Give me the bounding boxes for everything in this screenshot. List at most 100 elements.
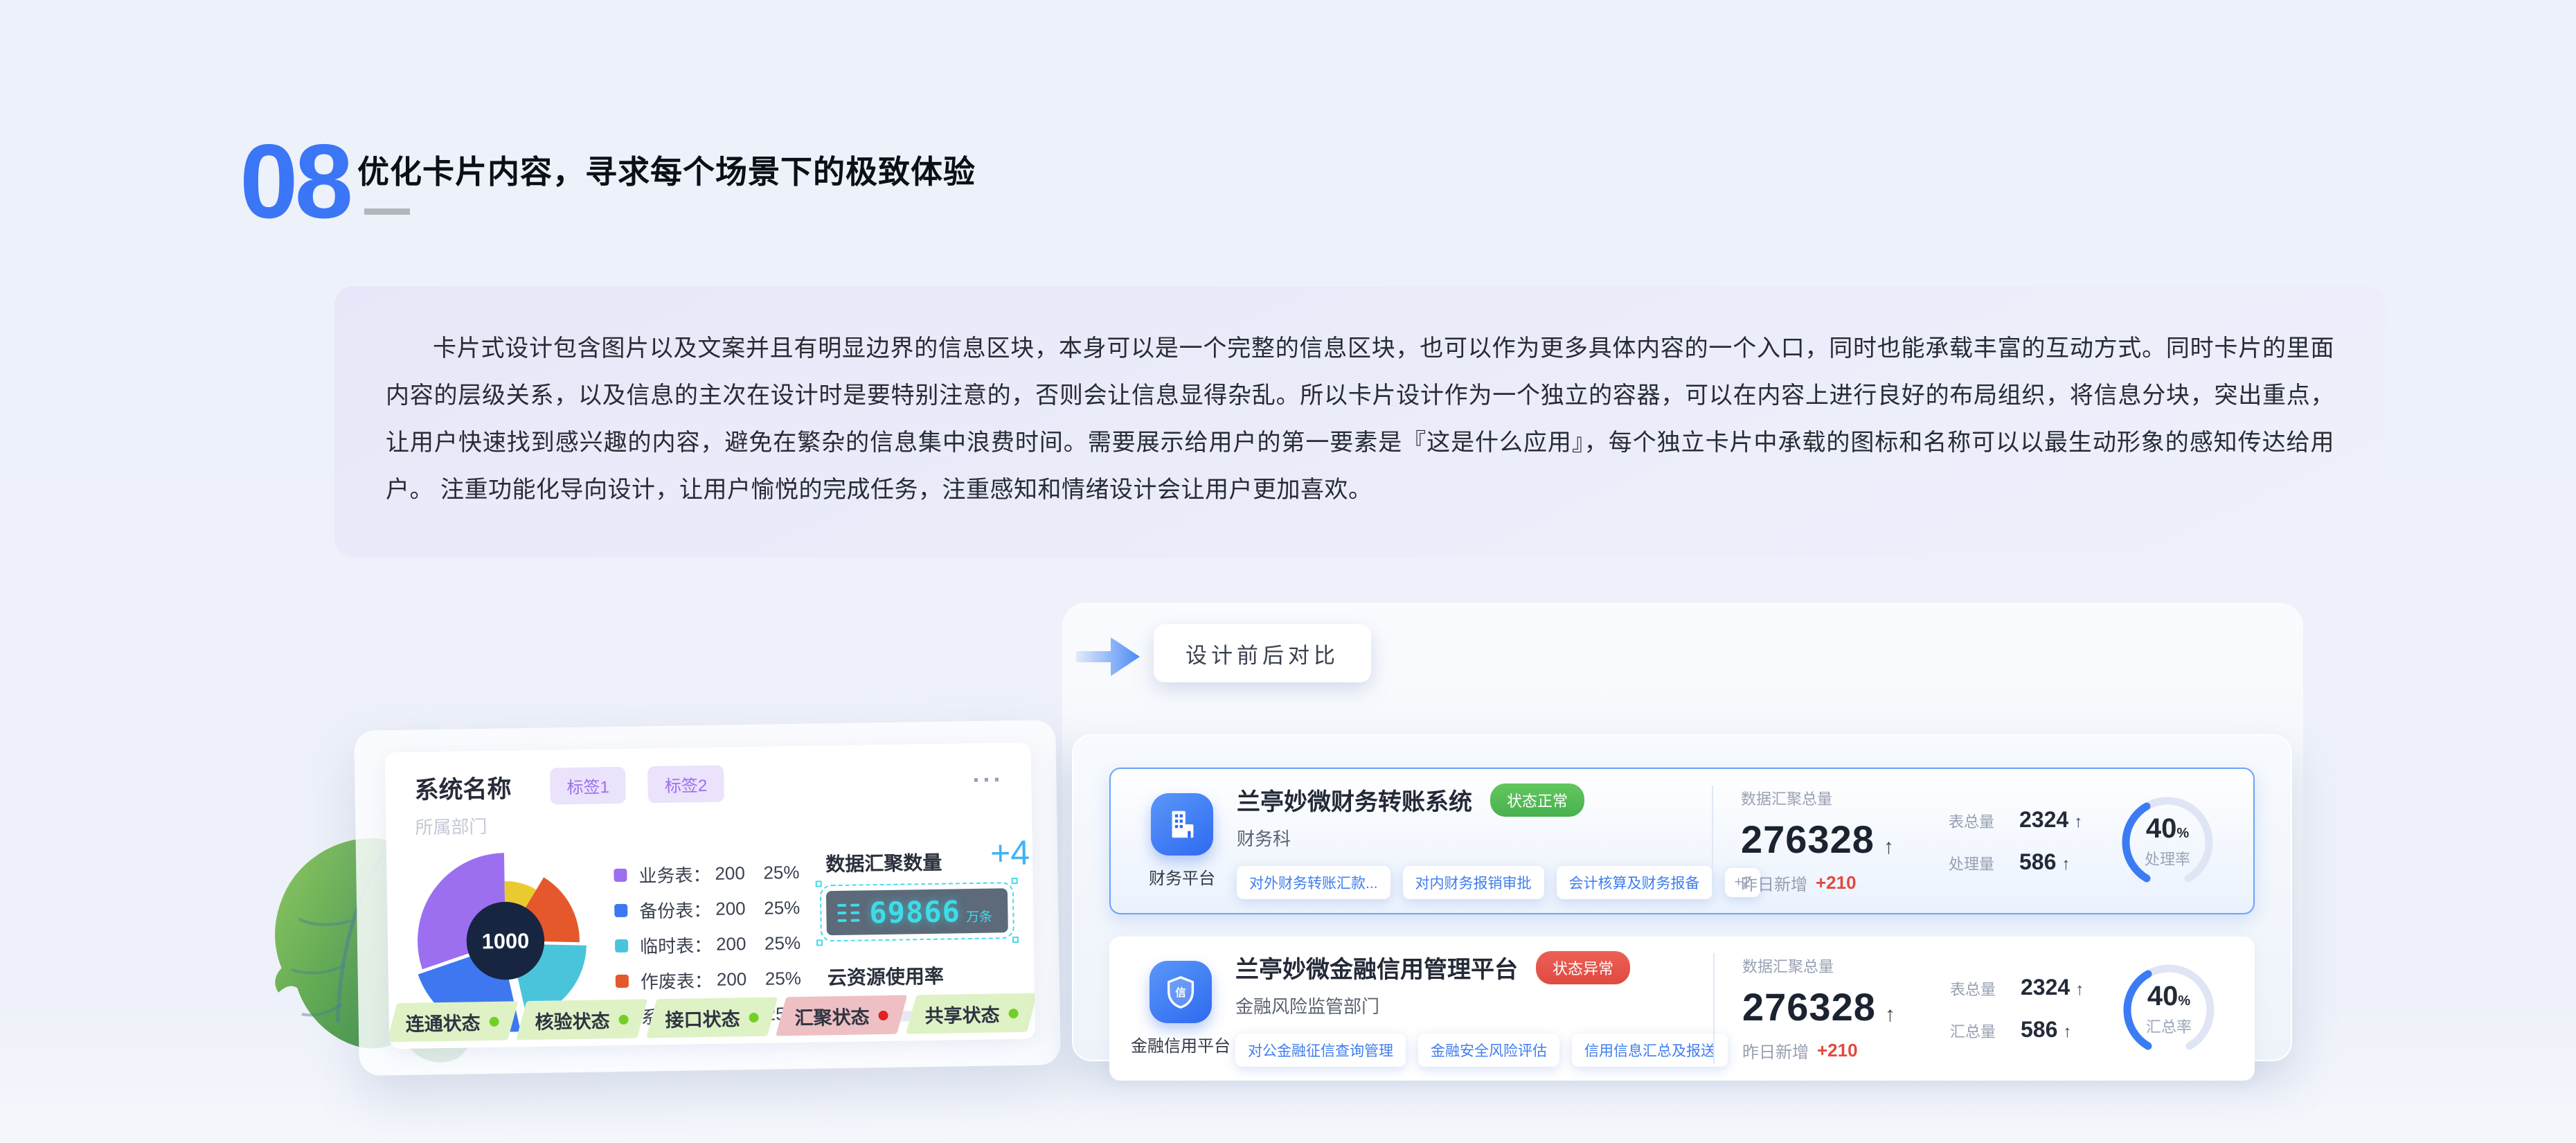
platform-label: 金融信用平台 <box>1131 1032 1231 1056</box>
yesterday-value: +210 <box>1817 1040 1858 1061</box>
selection-handle[interactable] <box>816 880 822 887</box>
status-label: 连通状态 <box>406 1008 481 1036</box>
gauge-value: 40 <box>2146 813 2177 844</box>
status-badge-content: 核验状态 <box>535 1005 629 1034</box>
legend-percent: 25% <box>763 862 800 884</box>
aggregation-label: 数据汇聚数量 <box>825 848 942 878</box>
selection-handle[interactable] <box>1012 878 1018 884</box>
yesterday-label: 昨日新增 <box>1741 871 1807 895</box>
system-department: 金融风险监管部门 <box>1235 993 1709 1018</box>
section-number-underline <box>364 209 410 215</box>
before-design-frame: 系统名称 标签1 标签2 ··· 所属部门 1000 <box>354 720 1061 1076</box>
aggregation-counter-selected[interactable]: 69866 万条 <box>826 888 1008 935</box>
yesterday-value: +210 <box>1816 872 1857 894</box>
stat-value: 2324 <box>2019 807 2068 833</box>
svg-text:信: 信 <box>1175 986 1186 999</box>
total-stat-block: 数据汇聚总量 276328 ↑ 昨日新增 +210 <box>1742 955 1950 1063</box>
intro-panel: 卡片式设计包含图片以及文案并且有明显边界的信息区块，本身可以是一个完整的信息区块… <box>334 286 2386 558</box>
function-tag[interactable]: 信用信息汇总及报送 <box>1572 1034 1728 1067</box>
system-title-row: 兰亭妙微财务转账系统 状态正常 <box>1237 783 1708 817</box>
list-dashes-icon <box>837 904 859 922</box>
selection-handle[interactable] <box>1012 937 1019 943</box>
system-info: 兰亭妙微金融信用管理平台 状态异常 金融风险监管部门 对公金融征信查询管理 金融… <box>1233 950 1709 1067</box>
status-badge-interface: 接口状态 <box>646 997 778 1038</box>
total-label: 数据汇聚总量 <box>1742 955 1950 977</box>
status-badge-content: 接口状态 <box>665 1003 759 1031</box>
legend-item: 临时表： 200 25% <box>615 930 801 959</box>
selection-handle[interactable] <box>816 939 823 946</box>
before-design-card: 系统名称 标签1 标签2 ··· 所属部门 1000 <box>385 743 1036 1049</box>
stat-value: 586 <box>2021 1017 2057 1043</box>
function-tag[interactable]: 会计核算及财务报备 <box>1557 866 1712 899</box>
legend-item: 备份表： 200 25% <box>614 895 800 923</box>
secondary-stats-block: 表总量 2324 ↑ 汇总量 586 ↑ <box>1950 975 2113 1043</box>
stat-label: 汇总量 <box>1950 1020 2012 1042</box>
status-label: 接口状态 <box>665 1004 740 1032</box>
legend-value: 200 <box>717 968 755 991</box>
status-label: 共享状态 <box>924 1000 1000 1028</box>
credit-shield-icon: 信 <box>1150 961 1212 1023</box>
aggregation-value: 69866 <box>869 894 960 930</box>
system-name: 兰亭妙微金融信用管理平台 <box>1235 950 1518 984</box>
status-label: 汇聚状态 <box>795 1002 870 1030</box>
donut-total-value: 1000 <box>481 928 529 953</box>
gauge-label: 处理率 <box>2112 847 2223 869</box>
tag-chip-1[interactable]: 标签1 <box>550 767 626 805</box>
function-tag[interactable]: 对外财务转账汇款... <box>1237 866 1390 899</box>
more-actions-icon[interactable]: ··· <box>972 772 1003 787</box>
stat-row: 处理量 586 ↑ <box>1949 849 2112 875</box>
legend-label: 业务表： <box>638 861 715 888</box>
system-name: 兰亭妙微财务转账系统 <box>1237 783 1472 817</box>
section-title: 优化卡片内容，寻求每个场景下的极致体验 <box>357 147 976 193</box>
status-badge-content: 连通状态 <box>406 1007 500 1036</box>
status-badge-content: 汇聚状态 <box>795 1001 889 1029</box>
gauge-label: 汇总率 <box>2113 1015 2224 1037</box>
function-tag[interactable]: 对内财务报销审批 <box>1403 866 1544 899</box>
section-number: 08 <box>240 129 350 234</box>
shield-icon: 信 <box>1162 973 1199 1011</box>
stat-label: 表总量 <box>1950 977 2012 1000</box>
status-dot <box>490 1016 499 1026</box>
gauge-text: 40% 处理率 <box>2112 813 2223 869</box>
function-tag[interactable]: 金融安全风险评估 <box>1418 1034 1559 1067</box>
page: 08 优化卡片内容，寻求每个场景下的极致体验 卡片式设计包含图片以及文案并且有明… <box>0 0 2576 1143</box>
function-tag[interactable]: 对公金融征信查询管理 <box>1235 1034 1406 1067</box>
compare-label-button[interactable]: 设计前后对比 <box>1154 624 1371 682</box>
finance-building-icon <box>1151 793 1213 856</box>
system-row[interactable]: 财务平台 兰亭妙微财务转账系统 状态正常 财务科 对外财务转账汇款... 对内财… <box>1109 768 2255 914</box>
status-badge-share: 共享状态 <box>906 993 1036 1034</box>
up-arrow-icon: ↑ <box>2063 1022 2071 1042</box>
stat-value: 586 <box>2019 849 2056 875</box>
up-arrow-icon: ↑ <box>2061 855 2070 874</box>
tag-chip-2[interactable]: 标签2 <box>647 765 724 804</box>
vertical-divider <box>1713 953 1715 1064</box>
system-status-badge: 状态正常 <box>1490 783 1584 817</box>
system-icon-column: 信 金融信用平台 <box>1129 961 1233 1056</box>
total-value-row: 276328 ↑ <box>1741 820 1949 859</box>
total-stat-block: 数据汇聚总量 276328 ↑ 昨日新增 +210 <box>1741 787 1949 895</box>
legend-value: 200 <box>715 862 753 885</box>
system-row[interactable]: 信 金融信用平台 兰亭妙微金融信用管理平台 状态异常 金融风险监管部门 对公金融… <box>1109 937 2255 1081</box>
legend-swatch <box>616 975 629 988</box>
vertical-divider <box>1712 786 1713 896</box>
department-placeholder: 所属部门 <box>415 804 1004 839</box>
total-value: 276328 <box>1741 820 1875 859</box>
gauge-text: 40% 汇总率 <box>2113 981 2224 1037</box>
gauge-unit: % <box>2176 826 2189 841</box>
total-label: 数据汇聚总量 <box>1741 787 1949 809</box>
yesterday-label: 昨日新增 <box>1742 1038 1809 1063</box>
system-title-row: 兰亭妙微金融信用管理平台 状态异常 <box>1235 950 1709 984</box>
aggregation-unit: 万条 <box>966 906 992 925</box>
system-icon-column: 财务平台 <box>1130 793 1234 889</box>
intro-text: 卡片式设计包含图片以及文案并且有明显边界的信息区块，本身可以是一个完整的信息区块… <box>386 325 2334 513</box>
yesterday-row: 昨日新增 +210 <box>1742 1038 1950 1063</box>
gauge-block: 40% 汇总率 <box>2113 955 2242 1063</box>
compare-arrow-icon <box>1075 632 1141 682</box>
stat-value: 2324 <box>2021 975 2070 1000</box>
legend-swatch <box>614 869 627 882</box>
status-badge-connect: 连通状态 <box>386 1001 519 1042</box>
cloud-usage-label: 云资源使用率 <box>828 960 1017 991</box>
stat-label: 表总量 <box>1949 810 2011 832</box>
legend-item: 作废表： 200 25% <box>616 966 802 994</box>
status-dot <box>879 1010 888 1020</box>
